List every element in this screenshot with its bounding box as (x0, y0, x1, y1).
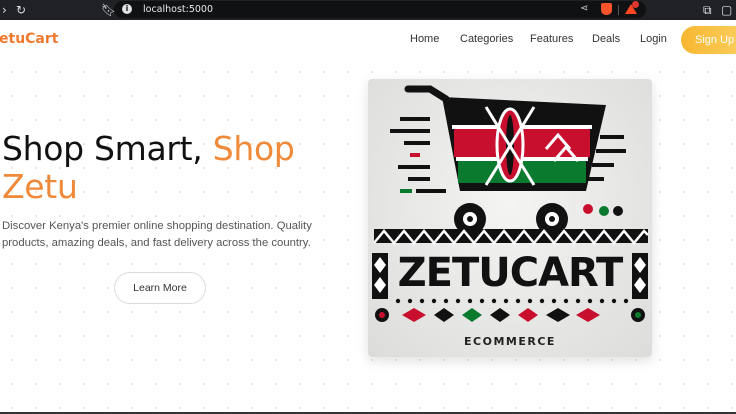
hero-section: Shop Smart, Shop Zetu Discover Kenya's p… (0, 60, 736, 414)
hero-image: ZETUCART ECOMMERCE (368, 79, 652, 357)
speed-lines-left-color (400, 153, 446, 193)
nav-link-deals[interactable]: Deals (592, 33, 620, 45)
speed-lines-left (390, 117, 430, 181)
notification-badge (632, 1, 639, 8)
signup-button[interactable]: Sign Up (681, 26, 736, 54)
hero-description: Discover Kenya's premier online shopping… (2, 220, 312, 249)
brand-text: ZETUCART (398, 250, 624, 296)
headline-accent-shop: Shop (212, 129, 295, 168)
nav-link-features[interactable]: Features (530, 33, 573, 45)
zetucart-logo-graphic: ZETUCART ECOMMERCE (372, 85, 649, 348)
share-icon[interactable]: ⋖ (580, 3, 588, 14)
extensions-icon[interactable]: ⧉ (703, 2, 712, 18)
pattern-band-top (373, 229, 649, 245)
info-icon[interactable]: i (122, 4, 132, 14)
reload-icon[interactable]: ↻ (16, 2, 26, 18)
diamond-pattern-row (375, 308, 645, 322)
nav-link-categories[interactable]: Categories (460, 33, 513, 45)
window-icon[interactable]: ▢ (721, 2, 732, 18)
toolbar-divider (618, 5, 619, 15)
brave-shield-icon[interactable] (601, 3, 612, 15)
brand-subtitle: ECOMMERCE (464, 335, 556, 348)
flag-stripe-black (452, 111, 592, 125)
hero-headline: Shop Smart, Shop Zetu (2, 130, 295, 206)
site-navbar: etuCart Home Categories Features Deals L… (0, 20, 736, 60)
dots-row (395, 298, 629, 304)
headline-accent-zetu: Zetu (2, 167, 78, 206)
site-logo[interactable]: etuCart (0, 31, 58, 47)
headline-text: Shop Smart, (2, 129, 213, 168)
browser-toolbar: › ↻ 🔖︎ i localhost:5000 ⋖ ⧉ ▢ (0, 0, 736, 20)
url-text[interactable]: localhost:5000 (143, 3, 213, 16)
back-icon[interactable]: › (2, 2, 7, 18)
cart-handle (404, 85, 450, 103)
address-bar[interactable]: i localhost:5000 ⋖ (114, 1, 646, 18)
nav-link-login[interactable]: Login (640, 33, 667, 45)
learn-more-button[interactable]: Learn More (114, 272, 206, 304)
nav-link-home[interactable]: Home (410, 33, 439, 45)
